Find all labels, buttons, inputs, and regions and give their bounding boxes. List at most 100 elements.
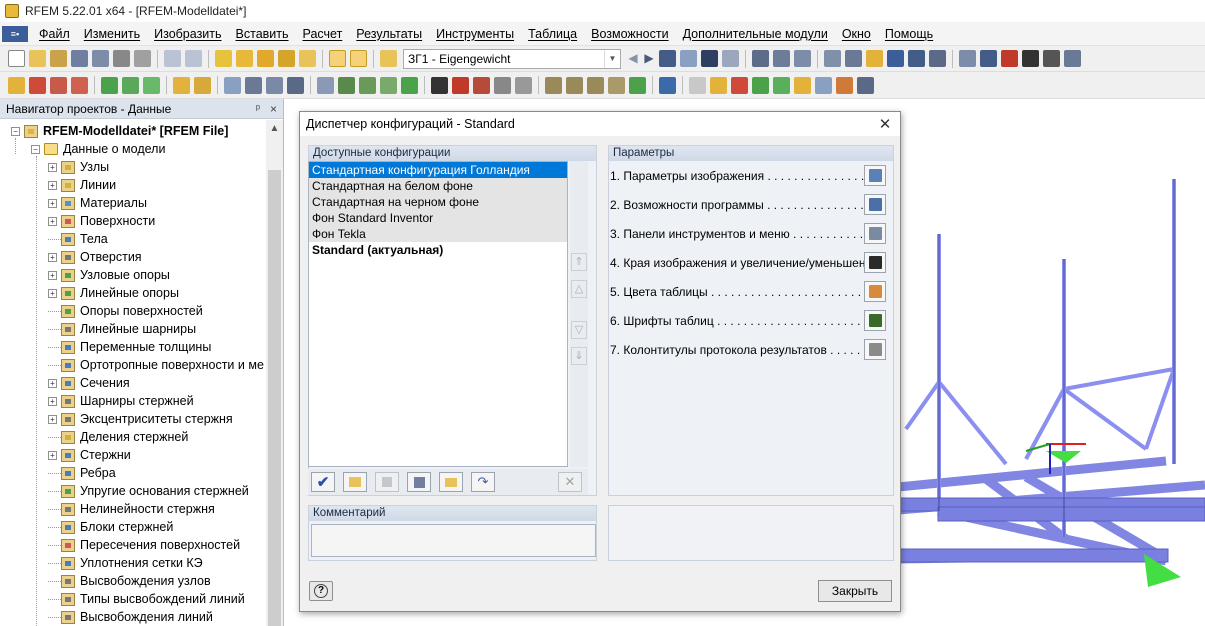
configuration-item[interactable]: Фон Tekla [309,226,567,242]
move-icon[interactable] [317,76,334,94]
tree-item[interactable]: + Материалы [48,194,147,212]
tree-item[interactable]: Тела [48,230,108,248]
section-icon[interactable] [773,50,790,67]
tree-item[interactable]: Опоры поверхностей [48,302,203,320]
navigator-toggle-icon[interactable] [350,50,367,67]
undo-icon[interactable] [164,50,181,67]
parameter-settings-button[interactable] [864,194,886,215]
render-icon[interactable] [1043,50,1060,67]
navigator-close-icon[interactable]: × [270,102,277,116]
tree-item[interactable]: Ребра [48,464,116,482]
previous-load-case-icon[interactable]: ◀ [627,50,639,67]
dimension-icon[interactable] [908,50,925,67]
parameter-settings-button[interactable] [864,223,886,244]
tree-item[interactable]: Уплотнения сетки КЭ [48,554,203,572]
insert-node-icon[interactable] [8,76,25,94]
configuration-item[interactable]: Standard (актуальная) [309,242,567,258]
guide-icon[interactable] [794,76,811,94]
expand-icon[interactable]: + [48,198,57,208]
member-icon[interactable] [866,50,883,67]
rename-configuration-button[interactable] [375,472,399,492]
collapse-icon[interactable]: − [31,144,40,154]
expand-icon[interactable]: + [48,216,57,226]
save-all-icon[interactable] [92,50,109,67]
show-results-icon[interactable] [701,50,718,67]
open-project-icon[interactable] [50,50,67,67]
open-configuration-button[interactable] [439,472,463,492]
expand-icon[interactable]: + [48,378,57,388]
menu-edit[interactable]: Изменить [77,27,147,41]
opening-icon[interactable] [266,76,283,94]
tree-model-data[interactable]: − Данные о модели [31,140,165,158]
view-y-icon[interactable] [566,76,583,94]
new-configuration-button[interactable] [343,472,367,492]
parameter-settings-button[interactable] [864,252,886,273]
comment-input[interactable] [311,524,596,557]
load-case-icon[interactable] [380,50,397,67]
cross-section-icon[interactable] [287,76,304,94]
animation-icon[interactable] [794,50,811,67]
tree-item[interactable]: + Отверстия [48,248,142,266]
solid-icon[interactable] [245,76,262,94]
menu-insert[interactable]: Вставить [229,27,296,41]
menu-options[interactable]: Возможности [584,27,675,41]
redo-icon[interactable] [185,50,202,67]
support-icon[interactable] [959,50,976,67]
configuration-item[interactable]: Стандартная на белом фоне [309,178,567,194]
insert-support-icon[interactable] [101,76,118,94]
collapse-icon[interactable]: − [11,126,20,136]
table-toggle-icon[interactable] [329,50,346,67]
select-icon[interactable] [215,50,232,67]
configuration-item[interactable]: Стандартная на черном фоне [309,194,567,210]
line-icon[interactable] [929,50,946,67]
tree-item[interactable]: + Сечения [48,374,130,392]
extrude-icon[interactable] [494,76,511,94]
delete-configuration-button[interactable]: ✕ [558,472,582,492]
tree-item[interactable]: + Линейные опоры [48,284,179,302]
move-top-icon[interactable]: ⇑ [571,253,587,271]
menu-add-on-modules[interactable]: Дополнительные модули [676,27,835,41]
expand-icon[interactable]: + [48,252,57,262]
view-iso-icon[interactable] [608,76,625,94]
intersect-icon[interactable] [452,76,469,94]
display-icon[interactable] [629,76,646,94]
parameter-settings-button[interactable] [864,281,886,302]
clipping-icon[interactable] [731,76,748,94]
surface-icon[interactable] [224,76,241,94]
tree-item[interactable]: + Узлы [48,158,109,176]
expand-icon[interactable]: + [48,396,57,406]
block-icon[interactable] [815,76,832,94]
menu-window[interactable]: Окно [835,27,878,41]
node-icon[interactable] [887,50,904,67]
model-icon[interactable] [1022,50,1039,67]
tree-item[interactable]: Упругие основания стержней [48,482,249,500]
pin-icon[interactable]: ᵖ [256,103,260,115]
scrollbar-thumb[interactable] [268,170,281,626]
new-file-icon[interactable] [8,50,25,67]
tree-item[interactable]: Ортотропные поверхности и ме [48,356,264,374]
tree-item[interactable]: Деления стержней [48,428,188,446]
menu-file[interactable]: Файл [32,27,77,41]
zoom-window-icon[interactable] [236,50,253,67]
configuration-item[interactable]: Стандартная конфигурация Голландия [309,162,567,178]
help-button[interactable]: ? [309,581,333,601]
options-icon[interactable] [1064,50,1081,67]
tree-item[interactable]: Типы высвобождений линий [48,590,245,608]
expand-icon[interactable]: + [48,180,57,190]
tree-item[interactable]: Высвобождения линий [48,608,213,626]
move-up-icon[interactable]: △ [571,280,587,298]
wireframe-icon[interactable] [689,76,706,94]
insert-member-icon[interactable] [50,76,67,94]
expand-icon[interactable]: + [48,288,57,298]
tree-item[interactable]: + Стержни [48,446,131,464]
snap-icon[interactable] [845,50,862,67]
scale-icon[interactable] [380,76,397,94]
insert-hinge-icon[interactable] [143,76,160,94]
save-configuration-button[interactable] [407,472,431,492]
tree-item[interactable]: Блоки стержней [48,518,173,536]
menu-tools[interactable]: Инструменты [429,27,521,41]
tree-item[interactable]: Пересечения поверхностей [48,536,240,554]
load-case-select[interactable]: ЗГ1 - Eigengewicht ▼ [403,48,621,69]
print-icon[interactable] [113,50,130,67]
filter-icon[interactable] [773,76,790,94]
